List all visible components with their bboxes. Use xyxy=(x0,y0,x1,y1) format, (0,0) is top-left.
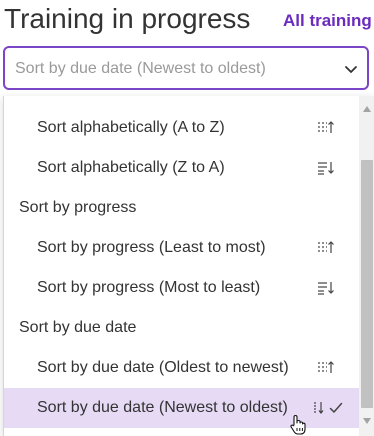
group-heading-label: Sort by progress xyxy=(19,199,137,216)
option-sort-progress-least-most[interactable]: Sort by progress (Least to most) xyxy=(4,228,359,268)
group-heading-due-date: Sort by due date xyxy=(4,308,359,348)
option-sort-alpha-a-z[interactable]: Sort alphabetically (A to Z) xyxy=(4,108,359,148)
sort-ascending-icon xyxy=(317,240,335,256)
option-label: Sort alphabetically (A to Z) xyxy=(37,119,225,136)
group-heading-label: Sort by due date xyxy=(19,319,137,336)
checkmark-icon xyxy=(329,401,343,413)
scroll-down-arrow-icon[interactable] xyxy=(362,412,372,424)
header: Training in progress All training xyxy=(0,0,374,44)
page-title: Training in progress xyxy=(4,3,251,34)
chevron-down-icon xyxy=(343,62,359,76)
sort-select[interactable]: Sort by due date (Newest to oldest) xyxy=(3,46,369,90)
option-sort-due-oldest-newest[interactable]: Sort by due date (Oldest to newest) xyxy=(4,348,359,388)
option-sort-alpha-z-a[interactable]: Sort alphabetically (Z to A) xyxy=(4,148,359,188)
option-label: Sort alphabetically (Z to A) xyxy=(37,159,225,176)
group-heading-progress: Sort by progress xyxy=(4,188,359,228)
option-label: Sort by progress (Most to least) xyxy=(37,279,261,296)
training-panel: Training in progress All training Sort b… xyxy=(0,0,374,436)
sort-ascending-icon xyxy=(317,120,335,136)
all-training-link[interactable]: All training xyxy=(283,11,372,31)
scroll-up-arrow-icon[interactable] xyxy=(362,100,372,112)
sort-ascending-icon xyxy=(317,360,335,376)
sort-descending-icon xyxy=(317,160,335,176)
option-sort-due-newest-oldest[interactable]: Sort by due date (Newest to oldest) xyxy=(4,388,359,428)
sort-dropdown-menu: Sort alphabetically (A to Z) Sort alphab… xyxy=(3,96,374,436)
option-label: Sort by due date (Oldest to newest) xyxy=(37,359,289,376)
scrollbar-thumb[interactable] xyxy=(361,160,373,408)
option-sort-progress-most-least[interactable]: Sort by progress (Most to least) xyxy=(4,268,359,308)
dropdown-scrollbar[interactable] xyxy=(359,96,374,436)
option-label: Sort by progress (Least to most) xyxy=(37,239,266,256)
sort-descending-icon xyxy=(317,280,335,296)
option-label: Sort by due date (Newest to oldest) xyxy=(37,399,288,416)
sort-select-value: Sort by due date (Newest to oldest) xyxy=(15,60,266,77)
